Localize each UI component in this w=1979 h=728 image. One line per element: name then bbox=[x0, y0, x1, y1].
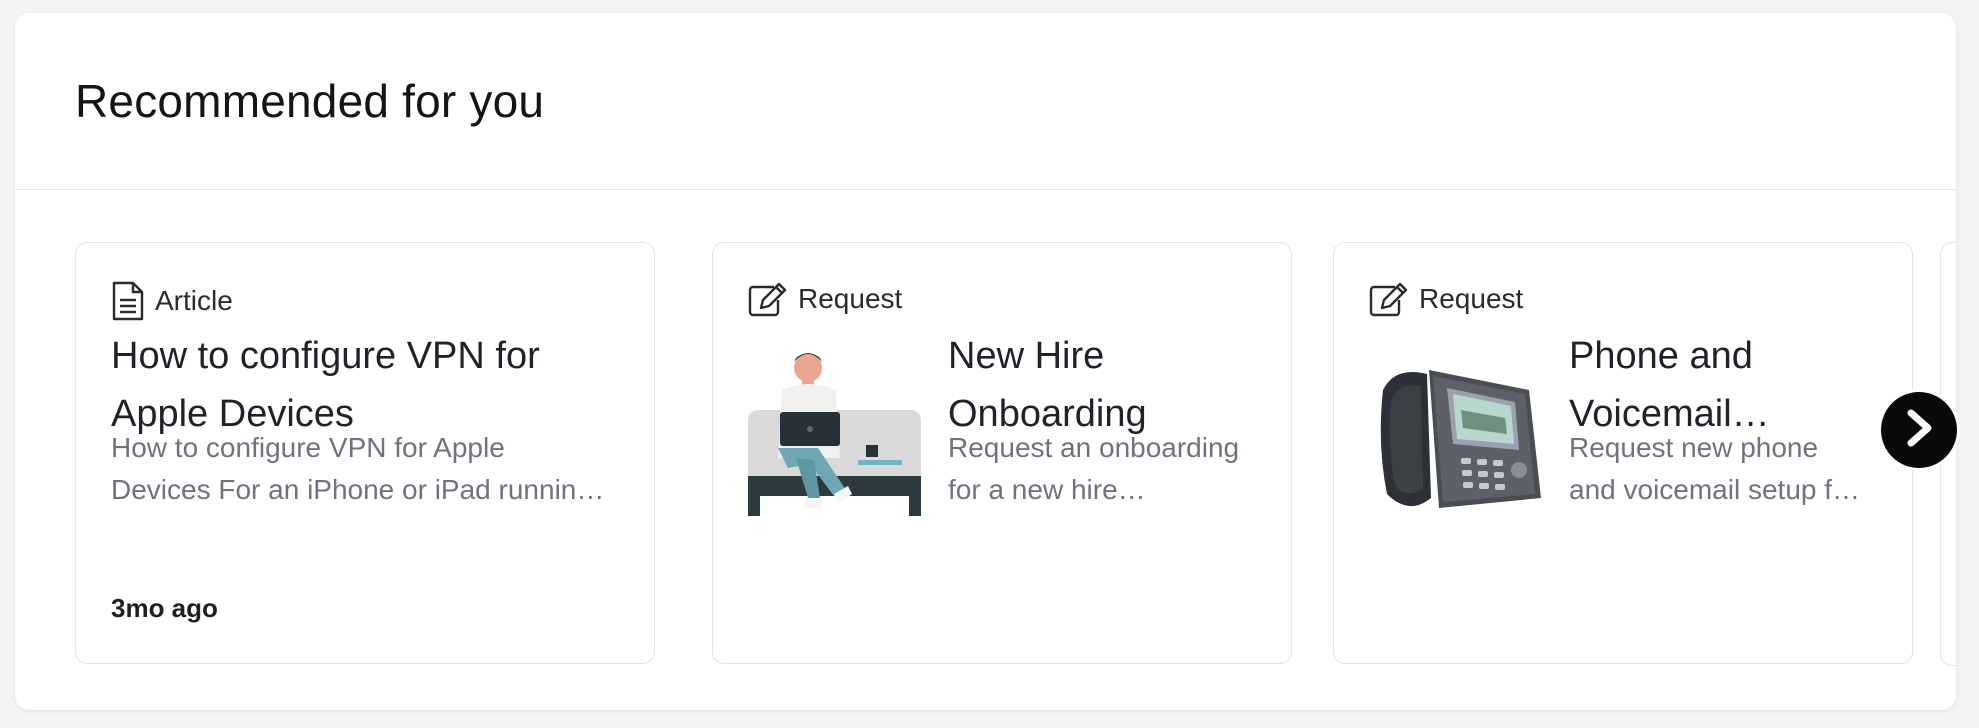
card-description-line: How to configure VPN for Apple bbox=[111, 432, 505, 463]
card-title-line: Phone and bbox=[1569, 335, 1753, 377]
card-type-label: Request bbox=[1419, 283, 1524, 314]
card-description: How to configure VPN for Apple Devices F… bbox=[111, 427, 604, 511]
recommendation-card-new-hire[interactable]: Request New Hire Onboarding Request an o… bbox=[712, 242, 1292, 664]
card-title: How to configure VPN for Apple Devices bbox=[111, 335, 540, 435]
card-type: Request bbox=[1369, 281, 1523, 317]
card-type: Article bbox=[111, 281, 233, 321]
card-title: Phone and Voicemail… bbox=[1569, 327, 1770, 443]
card-description-line: Devices For an iPhone or iPad runnin… bbox=[111, 474, 605, 505]
card-title-line: New Hire bbox=[948, 335, 1105, 377]
recommendation-card-vpn-article[interactable]: Article How to configure VPN for Apple D… bbox=[75, 242, 655, 664]
edit-form-icon bbox=[748, 281, 788, 317]
card-type-label: Request bbox=[798, 283, 903, 314]
card-description: Request an onboarding for a new hire… bbox=[948, 427, 1239, 511]
card-description-line: Request new phone bbox=[1569, 432, 1819, 463]
carousel-next-button[interactable] bbox=[1881, 392, 1957, 468]
recommendation-card-phone-voicemail[interactable]: Request Phone and Voicemail… Request new… bbox=[1333, 242, 1913, 664]
desk-phone-image bbox=[1369, 348, 1544, 523]
recommendation-carousel: Article How to configure VPN for Apple D… bbox=[15, 191, 1956, 710]
edit-form-icon bbox=[1369, 281, 1409, 317]
card-timestamp: 3mo ago bbox=[111, 593, 218, 623]
card-description-line: Request an onboarding bbox=[948, 432, 1240, 463]
card-description-line: for a new hire… bbox=[948, 474, 1146, 505]
card-type-label: Article bbox=[155, 285, 233, 316]
document-icon bbox=[111, 281, 145, 321]
card-description: Request new phone and voicemail setup f… bbox=[1569, 427, 1860, 511]
recommended-panel: Recommended for you Article How to confi… bbox=[15, 13, 1956, 710]
panel-header: Recommended for you bbox=[15, 13, 1956, 190]
chevron-right-icon bbox=[1902, 409, 1936, 452]
person-with-laptop-illustration bbox=[748, 348, 923, 523]
card-description-line: and voicemail setup f… bbox=[1569, 474, 1861, 505]
section-title: Recommended for you bbox=[75, 75, 545, 127]
card-title: New Hire Onboarding bbox=[948, 327, 1147, 443]
card-type: Request bbox=[748, 281, 902, 317]
